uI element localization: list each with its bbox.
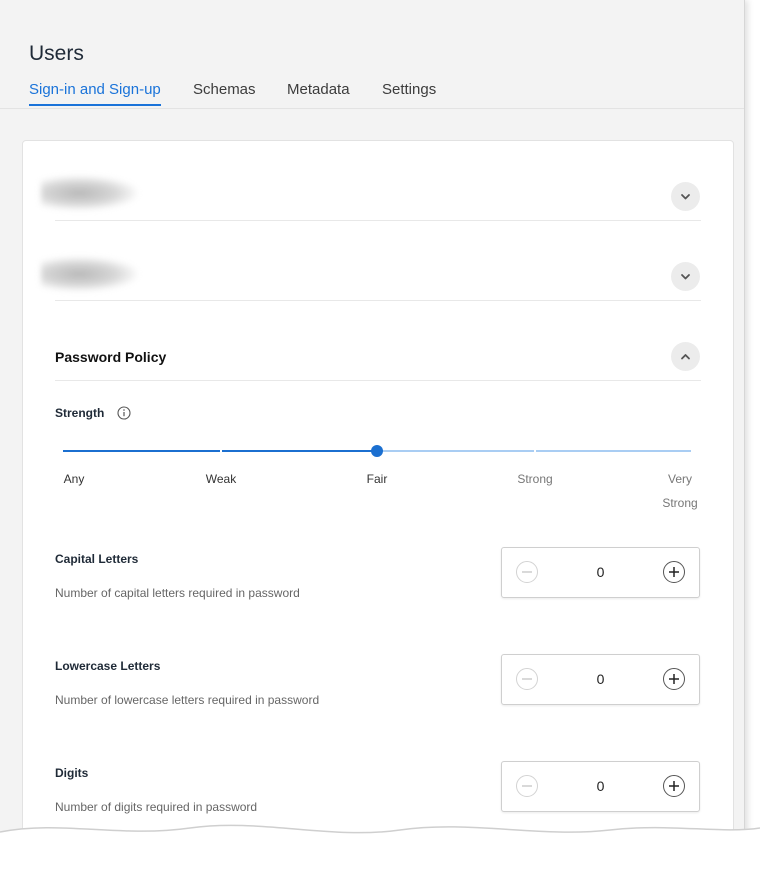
- chevron-down-icon: [681, 274, 690, 280]
- lowercase-letters-title: Lowercase Letters: [55, 659, 161, 673]
- settings-card: Password Policy Strength Any Weak Fair S…: [22, 140, 734, 876]
- tab-sign-in-sign-up[interactable]: Sign-in and Sign-up: [29, 81, 161, 106]
- slider-tick: [691, 449, 693, 453]
- capital-letters-stepper[interactable]: 0: [501, 547, 700, 598]
- plus-icon: [669, 781, 679, 791]
- digits-title: Digits: [55, 766, 89, 780]
- expand-section-button[interactable]: [671, 262, 700, 291]
- chevron-down-icon: [681, 194, 690, 200]
- expand-section-button[interactable]: [671, 182, 700, 211]
- users-page: Users Sign-in and Sign-up Schemas Metada…: [0, 0, 745, 876]
- chevron-up-icon: [681, 354, 690, 360]
- redacted-section-title: [41, 257, 137, 291]
- redacted-section-title: [41, 176, 137, 210]
- plus-icon: [669, 674, 679, 684]
- tab-bar: Sign-in and Sign-up Schemas Metadata Set…: [0, 80, 744, 109]
- increment-button[interactable]: [663, 775, 685, 797]
- increment-button[interactable]: [663, 561, 685, 583]
- increment-button[interactable]: [663, 668, 685, 690]
- strength-level-fair[interactable]: Fair: [356, 472, 398, 486]
- strength-label: Strength: [55, 406, 105, 420]
- info-icon[interactable]: [117, 406, 131, 420]
- divider: [55, 300, 701, 301]
- capital-letters-description: Number of capital letters required in pa…: [55, 586, 300, 600]
- lowercase-letters-description: Number of lowercase letters required in …: [55, 693, 320, 707]
- tab-metadata[interactable]: Metadata: [287, 81, 350, 104]
- digits-stepper[interactable]: 0: [501, 761, 700, 812]
- strength-level-any[interactable]: Any: [54, 472, 94, 486]
- collapse-section-button[interactable]: [671, 342, 700, 371]
- strength-level-very-strong-line1[interactable]: Very: [655, 472, 705, 486]
- strength-level-weak[interactable]: Weak: [196, 472, 246, 486]
- strength-level-strong[interactable]: Strong: [507, 472, 563, 486]
- digits-description: Number of digits required in password: [55, 800, 258, 814]
- password-policy-title: Password Policy: [55, 349, 167, 365]
- torn-edge: [0, 824, 760, 876]
- plus-icon: [669, 567, 679, 577]
- tab-settings[interactable]: Settings: [382, 81, 436, 104]
- slider-tick: [220, 449, 222, 453]
- divider: [55, 220, 701, 221]
- lowercase-letters-stepper[interactable]: 0: [501, 654, 700, 705]
- strength-level-very-strong-line2[interactable]: Strong: [655, 496, 705, 510]
- capital-letters-title: Capital Letters: [55, 552, 139, 566]
- divider: [55, 380, 701, 381]
- strength-slider-thumb[interactable]: [371, 445, 383, 457]
- page-title: Users: [29, 42, 84, 65]
- slider-tick: [534, 449, 536, 453]
- tab-schemas[interactable]: Schemas: [193, 81, 256, 104]
